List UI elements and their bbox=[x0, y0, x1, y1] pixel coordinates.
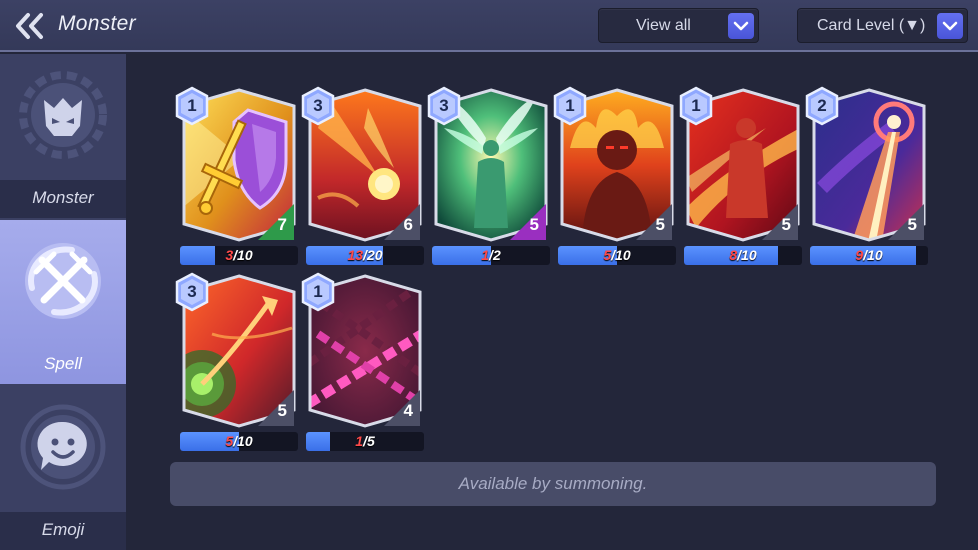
cost-badge bbox=[384, 390, 420, 426]
smiley-chat-icon bbox=[20, 404, 106, 490]
sidebar-tab-emoji[interactable]: Emoji bbox=[0, 386, 126, 550]
spell-card-meteor[interactable]: 3 6 13/20 bbox=[301, 86, 424, 270]
crossed-swords-icon bbox=[25, 243, 101, 319]
card-owned-count: 5 bbox=[603, 247, 612, 263]
sidebar-tab-monster[interactable]: Monster bbox=[0, 54, 126, 218]
level-badge-hexagon bbox=[427, 86, 461, 126]
sidebar-tab-label: Spell bbox=[44, 354, 82, 373]
level-badge-hexagon bbox=[301, 86, 335, 126]
view-filter-label: View all bbox=[636, 17, 691, 34]
sidebar-tab-label: Monster bbox=[32, 188, 94, 207]
card-required-count: 10 bbox=[237, 433, 253, 449]
spell-card-chains[interactable]: 1 4 1/5 bbox=[301, 272, 424, 456]
card-owned-count: 5 bbox=[225, 433, 234, 449]
card-progress-text: 1/2 bbox=[481, 247, 501, 263]
double-chevron-left-icon bbox=[16, 13, 43, 39]
spell-card-angel-wings[interactable]: 3 5 1/2 bbox=[427, 86, 550, 270]
card-progress-bar: 1/5 bbox=[306, 432, 424, 451]
card-required-count: 10 bbox=[615, 247, 631, 263]
card-owned-count: 1 bbox=[355, 433, 364, 449]
spell-card-poison-arrow[interactable]: 3 5 5/10 bbox=[175, 272, 298, 456]
level-badge-hexagon bbox=[805, 86, 839, 126]
card-progress-bar: 5/10 bbox=[180, 432, 298, 451]
chevron-down-icon bbox=[937, 13, 963, 39]
cost-badge bbox=[258, 204, 294, 240]
card-progress-bar: 5/10 bbox=[558, 246, 676, 265]
sidebar-tab-label: Emoji bbox=[41, 520, 85, 539]
card-progress-bar: 3/10 bbox=[180, 246, 298, 265]
cost-badge bbox=[258, 390, 294, 426]
card-owned-count: 9 bbox=[855, 247, 864, 263]
card-required-count: 2 bbox=[492, 247, 501, 263]
spell-card-flame-warrior[interactable]: 1 5 8/10 bbox=[679, 86, 802, 270]
card-progress-bar: 13/20 bbox=[306, 246, 424, 265]
card-progress-text: 8/10 bbox=[729, 247, 757, 263]
sidebar-tab-spell[interactable]: Spell bbox=[0, 220, 126, 384]
card-progress-text: 5/10 bbox=[603, 247, 631, 263]
monster-helmet-icon bbox=[19, 71, 107, 159]
card-progress-text: 13/20 bbox=[347, 247, 383, 263]
view-filter-dropdown[interactable]: View all bbox=[598, 8, 759, 43]
spell-card-holy-shield-sword[interactable]: 1 7 3/10 bbox=[175, 86, 298, 270]
card-progress-text: 5/10 bbox=[225, 433, 253, 449]
level-badge-hexagon bbox=[175, 86, 209, 126]
sort-label: Card Level (▼) bbox=[817, 17, 926, 34]
sort-dropdown[interactable]: Card Level (▼) bbox=[797, 8, 968, 43]
card-progress-text: 3/10 bbox=[225, 247, 253, 263]
level-badge-hexagon bbox=[553, 86, 587, 126]
card-required-count: 5 bbox=[366, 433, 375, 449]
card-owned-count: 8 bbox=[729, 247, 738, 263]
card-owned-count: 1 bbox=[481, 247, 490, 263]
card-owned-count: 13 bbox=[347, 247, 364, 263]
card-required-count: 20 bbox=[366, 247, 383, 263]
chevron-down-icon bbox=[728, 13, 754, 39]
card-progress-text: 9/10 bbox=[855, 247, 883, 263]
spell-card-fire-lord[interactable]: 1 5 5/10 bbox=[553, 86, 676, 270]
level-badge-hexagon bbox=[301, 272, 335, 312]
page-title: Monster bbox=[58, 12, 136, 35]
card-required-count: 10 bbox=[741, 247, 757, 263]
top-bar: Monster View all Card Level (▼) bbox=[0, 0, 978, 52]
back-button[interactable] bbox=[14, 12, 48, 40]
card-progress-bar: 9/10 bbox=[810, 246, 928, 265]
category-sidebar: Monster Spell Emoji bbox=[0, 54, 126, 550]
card-progress-bar: 1/2 bbox=[432, 246, 550, 265]
card-collection: 1 7 3/10 3 6 13/20 3 5 1/2 1 5 5/10 1 5 … bbox=[126, 54, 978, 550]
level-badge-hexagon bbox=[175, 272, 209, 312]
card-required-count: 10 bbox=[237, 247, 253, 263]
level-badge-hexagon bbox=[679, 86, 713, 126]
summoning-notice: Available by summoning. bbox=[170, 462, 936, 506]
cost-badge bbox=[888, 204, 924, 240]
cost-badge bbox=[762, 204, 798, 240]
spell-card-sky-laser[interactable]: 2 5 9/10 bbox=[805, 86, 928, 270]
card-progress-bar: 8/10 bbox=[684, 246, 802, 265]
cost-badge bbox=[384, 204, 420, 240]
cost-badge bbox=[636, 204, 672, 240]
card-owned-count: 3 bbox=[225, 247, 234, 263]
card-required-count: 10 bbox=[867, 247, 883, 263]
cost-badge bbox=[510, 204, 546, 240]
summoning-notice-text: Available by summoning. bbox=[458, 474, 648, 493]
card-progress-text: 1/5 bbox=[355, 433, 375, 449]
